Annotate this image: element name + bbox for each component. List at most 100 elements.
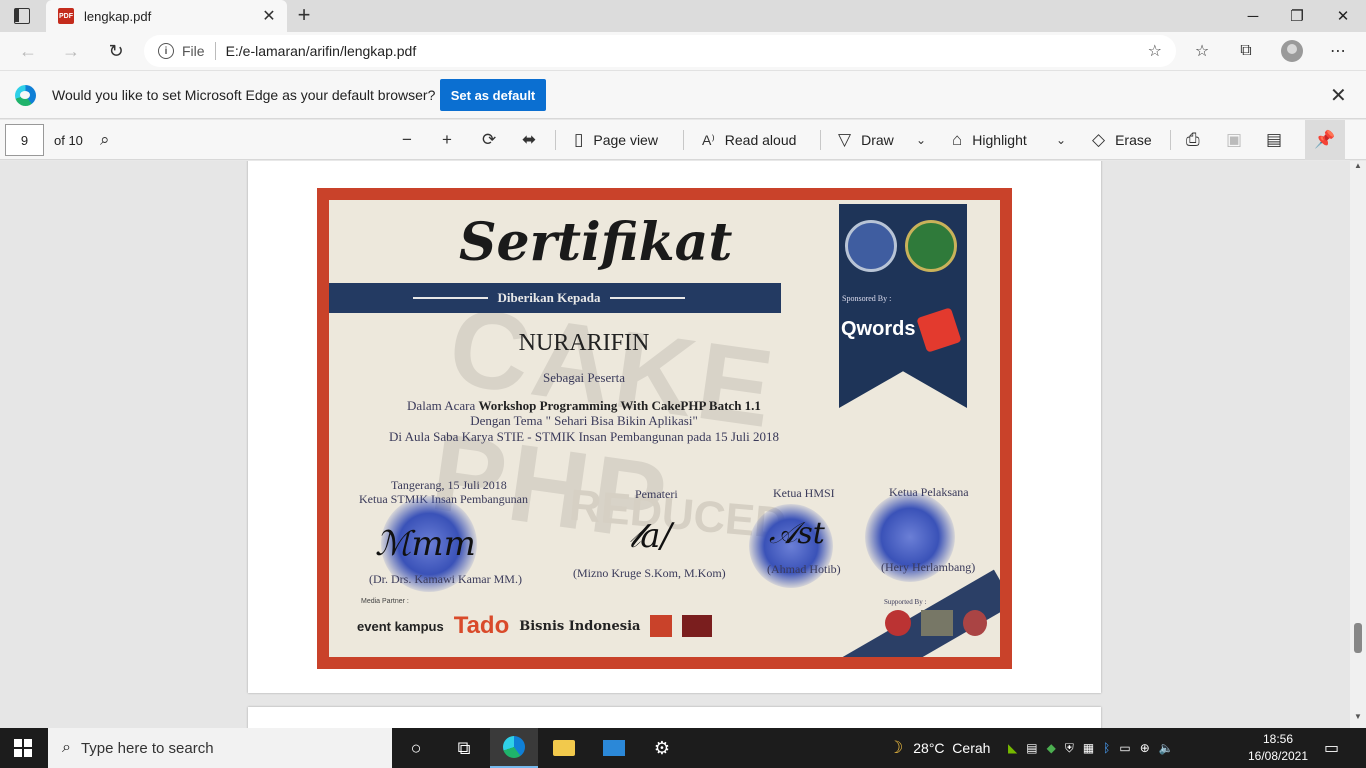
highlight-button[interactable]: ⌂ Highlight [952, 124, 1027, 156]
place-date: Tangerang, 15 Juli 2018 [391, 478, 507, 492]
start-button-windows-icon[interactable] [14, 739, 32, 757]
signer2-name: (Mizno Kruge S.Kom, M.Kom) [573, 566, 726, 580]
taskbar: ⌕ Type here to search ○ ⧉ ⚙ ☽ 28°C Cerah… [0, 728, 1366, 768]
page-view-icon: ▯ [574, 130, 584, 149]
moon-icon: ☽ [888, 738, 904, 757]
nvidia-icon[interactable]: ◣ [1008, 741, 1017, 755]
partner-eventkampus: event kampus [357, 618, 444, 634]
security-icon[interactable]: ⛨ [1065, 741, 1074, 756]
settings-gear-icon[interactable]: ⚙ [638, 728, 686, 768]
page-view-button[interactable]: ▯ Page view [574, 124, 658, 156]
collections-icon[interactable]: ⧉ [1230, 35, 1262, 67]
clock[interactable]: 18:56 16/08/2021 [1246, 731, 1310, 765]
event-name: Workshop Programming With CakePHP Batch … [478, 398, 761, 413]
page-count: of 10 [54, 133, 83, 148]
notifications-icon[interactable]: ▭ [1324, 728, 1339, 768]
address-bar[interactable]: i File E:/e-lamaran/arifin/lengkap.pdf ☆ [144, 35, 1176, 67]
tray-app-icon[interactable]: ▤ [1026, 741, 1037, 755]
clock-time: 18:56 [1262, 732, 1294, 746]
partner-bisnis-indonesia: Bisnis Indonesia [519, 618, 641, 634]
new-tab-button[interactable]: + [292, 4, 316, 28]
battery-icon[interactable]: ▭ [1119, 741, 1130, 755]
media-partners: event kampus Tado Bisnis Indonesia [357, 612, 713, 640]
pdf-icon: PDF [58, 8, 74, 24]
band-text: Diberikan Kepada [497, 290, 601, 305]
partner-logo-icon [650, 615, 673, 637]
draw-options-chevron-icon[interactable]: ⌄ [916, 124, 926, 156]
award-band: Diberikan Kepada [329, 283, 781, 313]
tray-app-icon[interactable]: ▦ [1083, 741, 1094, 755]
avatar [1281, 40, 1303, 62]
signer1-name: (Dr. Drs. Kamawi Kamar MM.) [369, 572, 522, 586]
fit-to-width-icon[interactable]: ⬌ [522, 124, 536, 156]
save-icon[interactable]: ▣ [1226, 124, 1242, 156]
weather-text: 28°C Cerah [913, 740, 991, 756]
forward-button[interactable]: → [55, 35, 87, 67]
save-as-icon[interactable]: ▤ [1266, 124, 1282, 156]
set-as-default-button[interactable]: Set as default [440, 79, 546, 111]
pin-toolbar-icon[interactable]: 📌 [1305, 120, 1345, 160]
url-text[interactable]: E:/e-lamaran/arifin/lengkap.pdf [226, 43, 417, 59]
draw-button[interactable]: ▽ Draw [838, 124, 894, 156]
more-menu-icon[interactable]: ⋯ [1322, 35, 1354, 67]
volume-icon[interactable]: 🔈 [1159, 741, 1174, 755]
tab-lengkap-pdf[interactable]: PDF lengkap.pdf ✕ [46, 0, 287, 32]
close-infobar-icon[interactable]: ✕ [1330, 83, 1347, 108]
weather-widget[interactable]: ☽ 28°C Cerah [888, 728, 990, 768]
rotate-icon[interactable]: ⟳ [482, 124, 496, 156]
supporter-logo-icon [963, 610, 987, 636]
cortana-icon[interactable]: ○ [392, 728, 440, 768]
network-icon[interactable]: ⊕ [1140, 741, 1150, 755]
draw-label: Draw [861, 132, 894, 148]
supporter-logo-icon [885, 610, 911, 636]
refresh-button[interactable]: ↻ [100, 35, 132, 67]
find-icon[interactable]: ⌕ [100, 124, 110, 156]
read-aloud-label: Read aloud [724, 132, 797, 148]
pdf-toolbar: 9 of 10 ⌕ − + ⟳ ⬌ ▯ Page view A⁾ Read alou… [0, 120, 1366, 160]
certificate-image: CAKE PHP REDUCED Sertifikat Diberikan Ke… [317, 188, 1012, 669]
pdf-page: CAKE PHP REDUCED Sertifikat Diberikan Ke… [248, 161, 1101, 693]
info-icon[interactable]: i [158, 43, 174, 59]
edge-taskbar-icon[interactable] [490, 728, 538, 768]
signature: 𝒜st [769, 516, 825, 551]
zoom-out-icon[interactable]: − [402, 124, 412, 156]
tray-app-icon[interactable]: ◆ [1047, 741, 1056, 755]
scheme-label: File [182, 43, 205, 59]
scroll-up-icon[interactable]: ▲ [1350, 161, 1366, 175]
erase-button[interactable]: ◇ Erase [1092, 124, 1152, 156]
sponsored-by-label: Sponsored By : [842, 294, 892, 303]
page-number-input[interactable]: 9 [5, 124, 44, 156]
certificate-body: CAKE PHP REDUCED Sertifikat Diberikan Ke… [329, 200, 1000, 657]
back-button[interactable]: ← [12, 35, 44, 67]
divider [555, 130, 556, 150]
page-view-label: Page view [593, 132, 658, 148]
highlight-options-chevron-icon[interactable]: ⌄ [1056, 124, 1066, 156]
favorites-icon[interactable]: ☆ [1186, 35, 1218, 67]
taskbar-search[interactable]: ⌕ Type here to search [48, 728, 392, 768]
minimize-button[interactable]: ─ [1230, 0, 1276, 32]
bluetooth-icon[interactable]: ᛒ [1103, 741, 1110, 755]
tab-actions-icon[interactable] [14, 8, 30, 24]
read-aloud-button[interactable]: A⁾ Read aloud [702, 124, 796, 156]
scroll-down-icon[interactable]: ▼ [1350, 712, 1366, 726]
close-tab-icon[interactable]: ✕ [257, 6, 281, 26]
zoom-in-icon[interactable]: + [442, 124, 452, 156]
file-explorer-icon[interactable] [540, 728, 588, 768]
signer2-title: Pemateri [635, 487, 678, 501]
search-icon: ⌕ [62, 739, 71, 756]
highlight-label: Highlight [972, 132, 1027, 148]
mail-icon[interactable] [590, 728, 638, 768]
profile-button[interactable] [1276, 35, 1308, 67]
scrollbar[interactable]: ▲ ▼ [1350, 161, 1366, 728]
event-prefix: Dalam Acara [407, 398, 479, 413]
signature: 𝓁a/ [629, 516, 673, 556]
add-favorite-icon[interactable]: ☆ [1148, 41, 1162, 61]
print-icon[interactable]: ⎙ [1186, 124, 1200, 156]
scroll-thumb[interactable] [1354, 623, 1362, 653]
tab-strip: PDF lengkap.pdf ✕ + ─ ❐ ✕ [0, 0, 1366, 32]
pdf-viewport[interactable]: CAKE PHP REDUCED Sertifikat Diberikan Ke… [0, 161, 1366, 728]
task-view-icon[interactable]: ⧉ [440, 728, 488, 768]
stmik-seal-icon [845, 220, 897, 272]
close-window-button[interactable]: ✕ [1320, 0, 1366, 32]
restore-button[interactable]: ❐ [1274, 0, 1320, 32]
